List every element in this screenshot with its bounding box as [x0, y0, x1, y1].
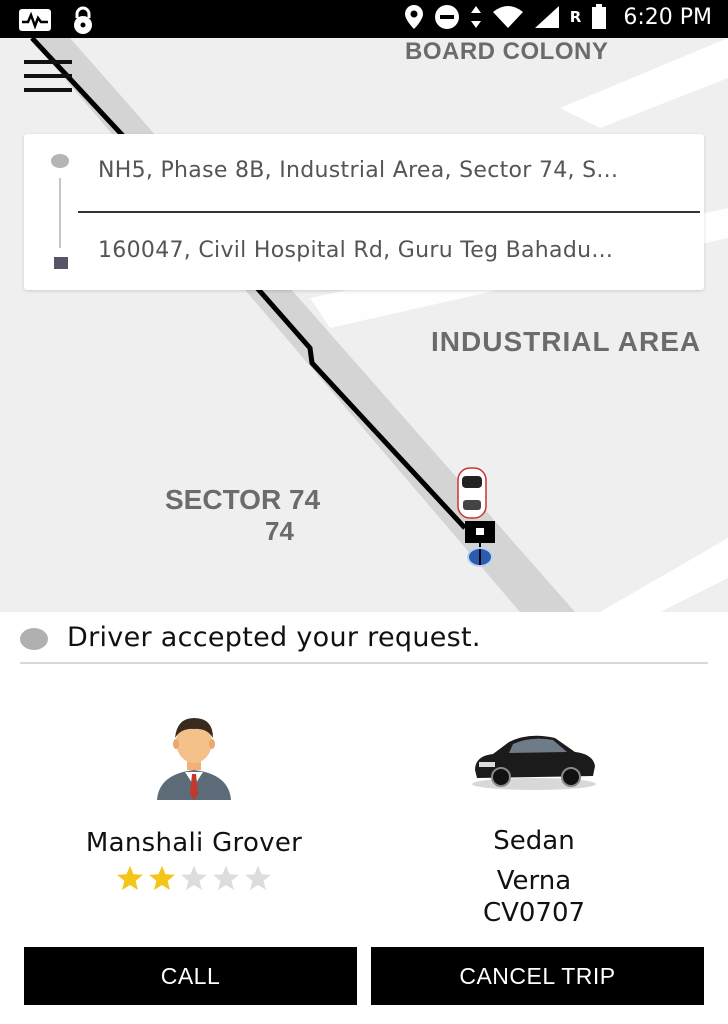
pickup-dot-icon	[51, 154, 69, 168]
ride-status-text: Driver accepted your request.	[67, 622, 481, 653]
car-image-icon	[472, 735, 596, 790]
star-empty-icon	[245, 865, 271, 891]
car-model: Verna	[496, 866, 572, 896]
lock-icon	[74, 6, 92, 34]
driver-name: Manshali Grover	[85, 828, 303, 858]
battery-icon	[592, 4, 607, 29]
car-marker-icon	[457, 467, 487, 519]
star-empty-icon	[213, 865, 239, 891]
dropoff-address[interactable]: 160047, Civil Hospital Rd, Guru Teg Baha…	[98, 238, 688, 263]
cancel-trip-button[interactable]: CANCEL TRIP	[371, 947, 704, 1005]
wifi-icon	[492, 6, 523, 28]
map-label-sector-number: 74	[265, 516, 294, 546]
data-arrows-icon	[470, 6, 481, 28]
pickup-address[interactable]: NH5, Phase 8B, Industrial Area, Sector 7…	[98, 158, 688, 183]
roaming-indicator: R	[569, 8, 582, 26]
car-plate: CV0707	[482, 898, 586, 928]
map-label-sector: SECTOR 74	[165, 484, 321, 515]
menu-icon[interactable]	[24, 60, 74, 94]
car-type: Sedan	[493, 826, 575, 856]
route-card: NH5, Phase 8B, Industrial Area, Sector 7…	[24, 134, 704, 290]
driver-rating	[34, 864, 354, 892]
star-empty-icon	[181, 865, 207, 891]
ride-status-row: Driver accepted your request.	[20, 612, 708, 664]
divider	[78, 211, 700, 213]
star-filled-icon	[149, 865, 175, 891]
map-roads	[30, 38, 728, 612]
dropoff-square-icon	[54, 257, 68, 269]
activity-icon	[19, 9, 51, 31]
route-connector	[59, 178, 61, 248]
destination-marker-icon	[465, 521, 495, 567]
driver-avatar-icon	[157, 718, 231, 800]
do-not-disturb-icon	[434, 5, 459, 29]
location-icon	[404, 5, 423, 29]
map-label-industrial-area: INDUSTRIAL AREA	[431, 326, 702, 357]
signal-icon	[534, 6, 559, 28]
driver-info: Manshali Grover	[34, 712, 354, 892]
status-dot-icon	[20, 628, 48, 650]
status-bar: R 6:20 PM	[0, 0, 728, 38]
car-info: Sedan Verna CV0707	[374, 712, 694, 928]
call-button[interactable]: CALL	[24, 947, 357, 1005]
clock: 6:20 PM	[623, 4, 712, 30]
star-filled-icon	[117, 865, 143, 891]
map-label-board-colony: BOARD COLONY	[405, 38, 609, 65]
map-view[interactable]: BOARD COLONY INDUSTRIAL AREA SECTOR 74 7…	[0, 38, 728, 612]
